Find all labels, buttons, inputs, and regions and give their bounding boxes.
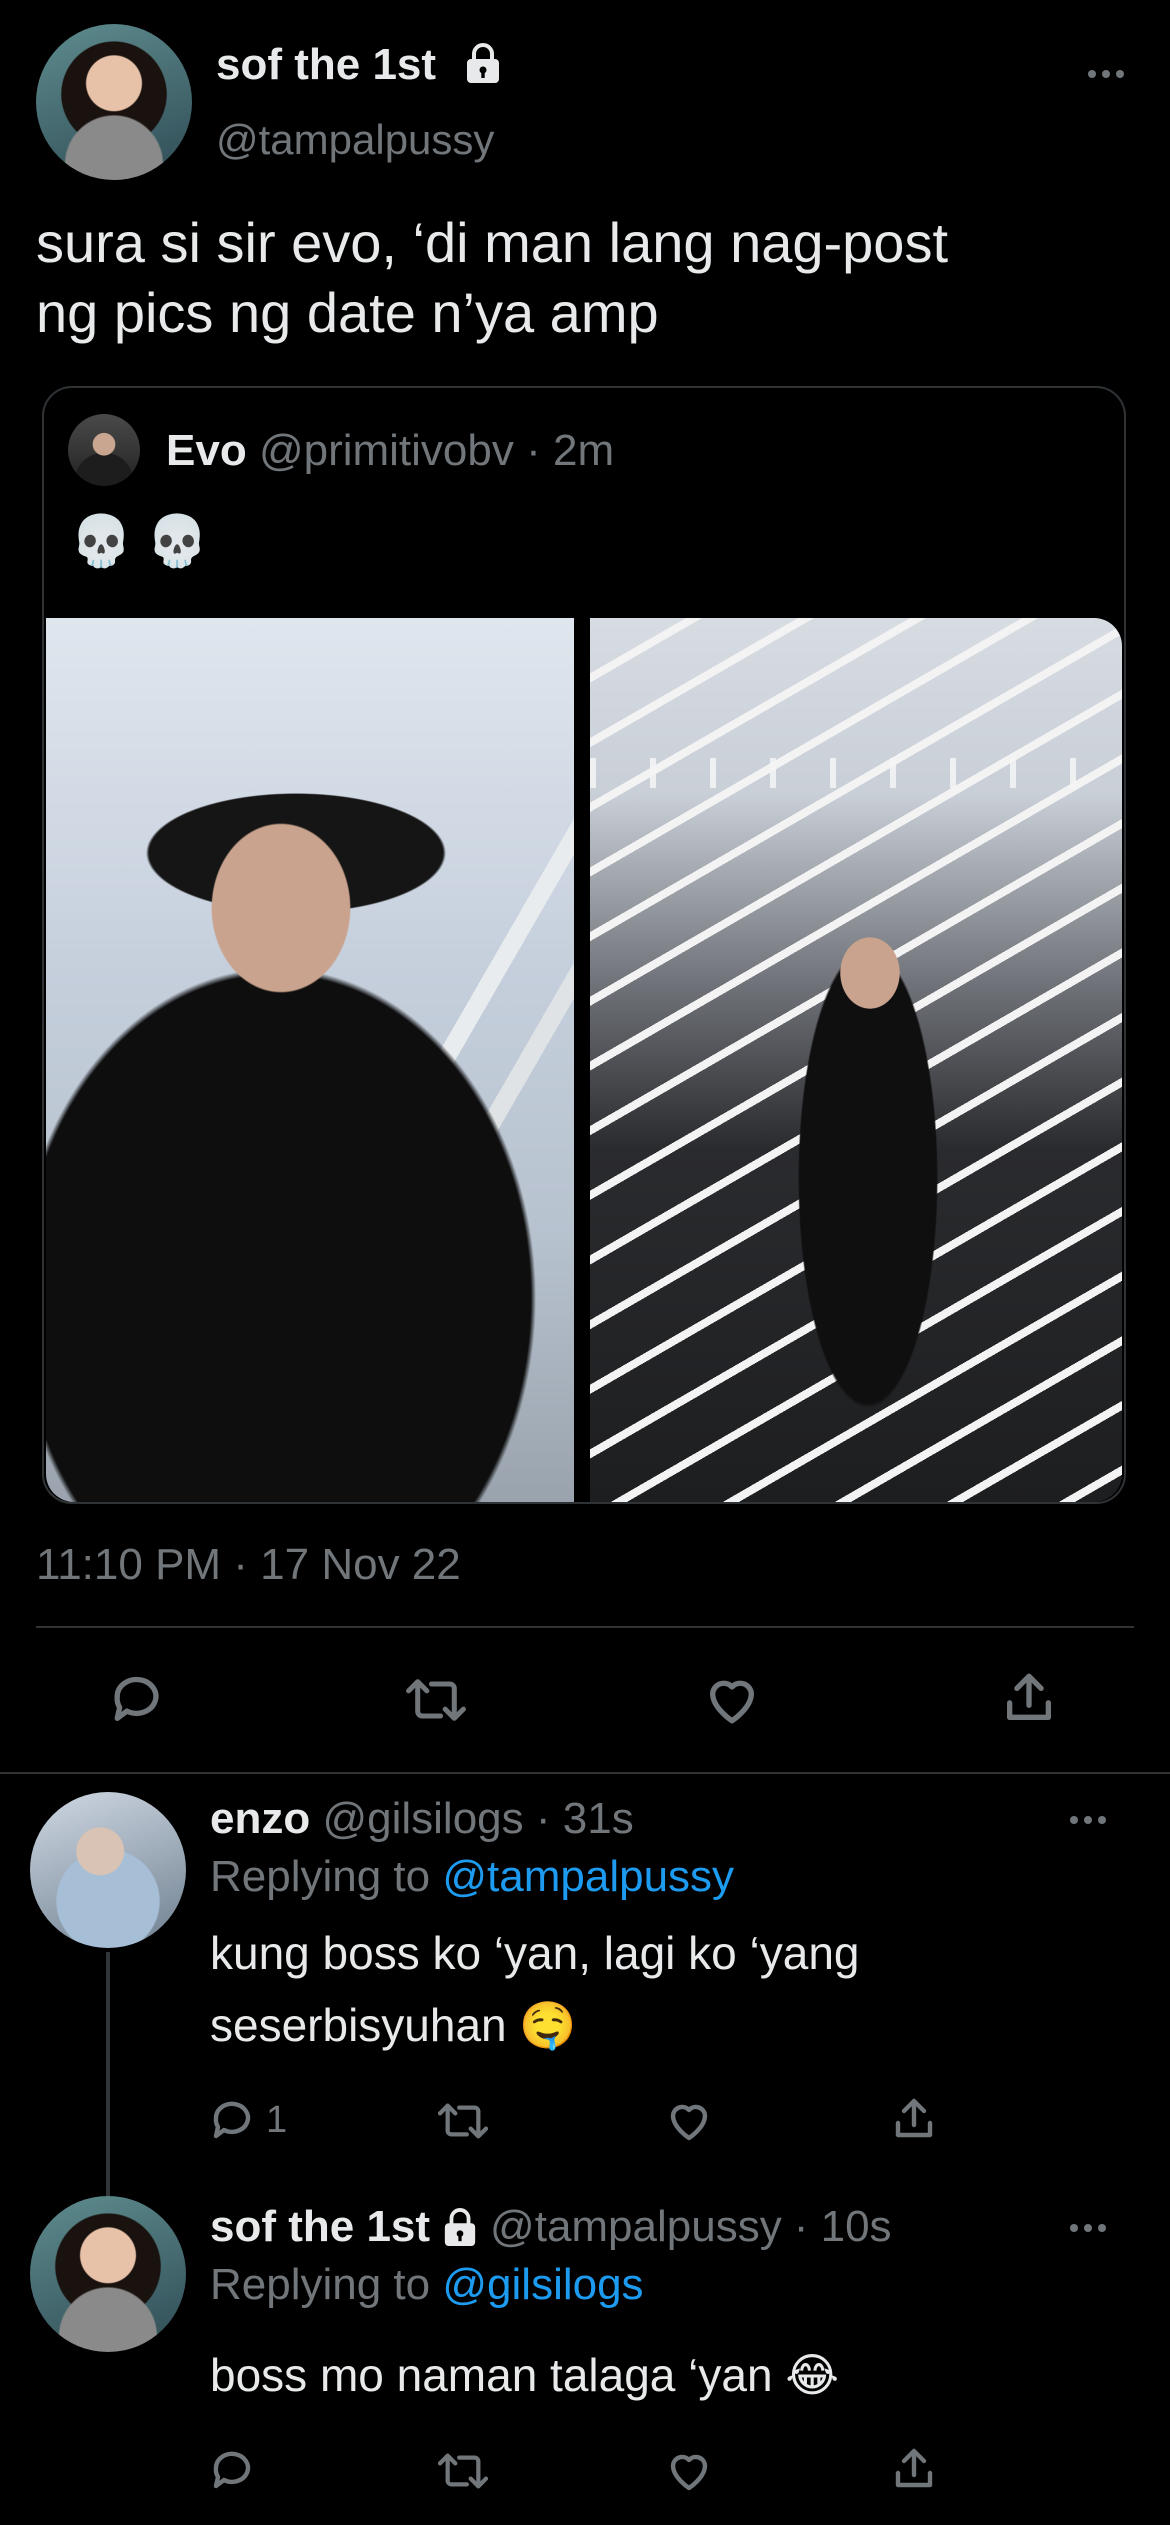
retweet-icon[interactable] — [436, 2098, 490, 2144]
author-handle[interactable]: @tampalpussy — [216, 116, 494, 164]
quoted-author-handle[interactable]: @primitivobv — [259, 426, 514, 475]
author-name[interactable]: sof the 1st — [210, 2202, 430, 2252]
tweet-timestamp: 11:10 PM · 17 Nov 22 — [36, 1540, 461, 1589]
divider — [36, 1626, 1134, 1628]
replying-to-label: Replying to — [210, 2260, 431, 2309]
heart-icon[interactable] — [664, 2096, 714, 2144]
reply-time: · 31s — [535, 1794, 634, 1843]
lock-icon — [442, 2207, 478, 2247]
avatar[interactable] — [36, 24, 192, 180]
reply-icon[interactable]: 1 — [210, 2096, 287, 2144]
reply-icon[interactable] — [110, 1670, 168, 1728]
author-handle[interactable]: @gilsilogs — [322, 1794, 523, 1843]
more-dots-icon[interactable] — [1068, 1814, 1108, 1826]
heart-icon[interactable] — [664, 2446, 714, 2494]
lock-icon — [464, 42, 502, 84]
quoted-photo[interactable] — [590, 618, 1122, 1502]
more-dots-icon[interactable] — [1086, 68, 1126, 80]
avatar[interactable] — [30, 2196, 186, 2352]
more-dots-icon[interactable] — [1068, 2222, 1108, 2234]
reply-text-line: boss mo naman talaga ‘yan 😂 — [210, 2349, 840, 2401]
reply-count: 1 — [266, 2098, 288, 2141]
author-name[interactable]: sof the 1st — [216, 40, 436, 90]
tweet-text-line: ng pics ng date n’ya amp — [36, 281, 659, 344]
replying-to-label: Replying to — [210, 1852, 431, 1901]
quoted-time: · 2m — [526, 426, 615, 475]
replying-to-link[interactable]: @tampalpussy — [442, 1852, 734, 1901]
replying-to-link[interactable]: @gilsilogs — [442, 2260, 643, 2309]
retweet-icon[interactable] — [404, 1672, 468, 1728]
author-handle[interactable]: @tampalpussy — [490, 2202, 782, 2252]
heart-icon[interactable] — [702, 1670, 762, 1728]
author-name[interactable]: enzo — [210, 1794, 310, 1843]
share-icon[interactable] — [890, 2444, 938, 2494]
thread-line — [106, 1952, 110, 2196]
share-icon[interactable] — [1000, 1668, 1058, 1728]
tweet-text-line: sura si sir evo, ‘di man lang nag-post — [36, 211, 948, 274]
reply-icon[interactable] — [210, 2446, 258, 2494]
share-icon[interactable] — [890, 2094, 938, 2144]
quoted-photo[interactable] — [46, 618, 574, 1502]
retweet-icon[interactable] — [436, 2448, 490, 2494]
quoted-text: 💀 💀 — [70, 513, 209, 569]
avatar[interactable] — [68, 414, 140, 486]
divider — [0, 1772, 1170, 1774]
avatar[interactable] — [30, 1792, 186, 1948]
reply-text-line: kung boss ko ‘yan, lagi ko ‘yang — [210, 1927, 860, 1979]
reply-text-line: seserbisyuhan 🤤 — [210, 1999, 577, 2051]
reply-time: · 10s — [793, 2202, 892, 2251]
quoted-author-name[interactable]: Evo — [166, 426, 247, 475]
